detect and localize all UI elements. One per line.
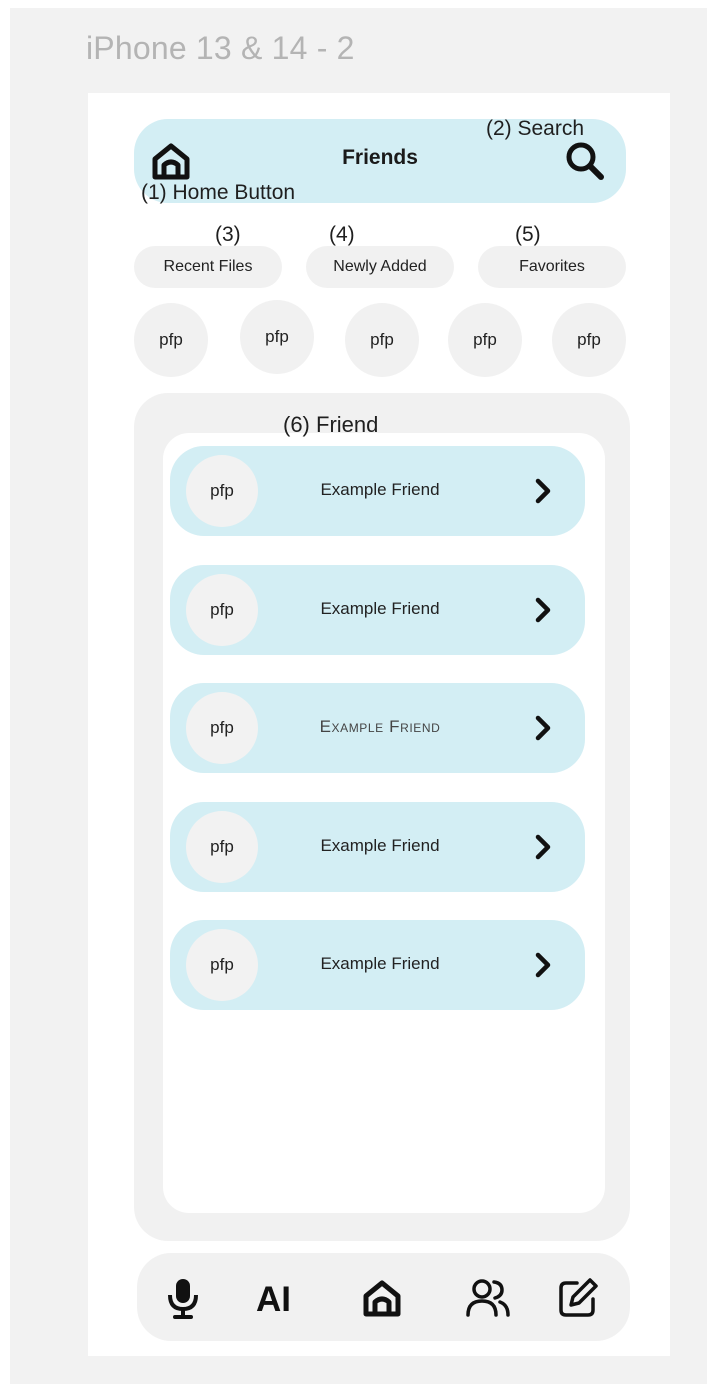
avatar[interactable]: pfp — [448, 303, 522, 377]
avatar[interactable]: pfp — [134, 303, 208, 377]
search-icon[interactable] — [563, 139, 607, 181]
annotation-friend: (6) Friend — [283, 412, 379, 437]
chevron-right-icon — [535, 952, 551, 978]
frame-label: iPhone 13 & 14 - 2 — [86, 30, 355, 66]
chevron-right-icon — [535, 478, 551, 504]
filter-favorites[interactable]: Favorites — [478, 246, 626, 288]
annotation-search: (2) Search — [486, 117, 585, 140]
ai-button[interactable]: AI — [256, 1280, 291, 1320]
chevron-right-icon — [535, 597, 551, 623]
microphone-icon[interactable] — [165, 1277, 201, 1319]
avatar[interactable]: pfp — [552, 303, 626, 377]
friend-row[interactable]: pfp Example Friend — [170, 920, 585, 1010]
people-icon[interactable] — [465, 1277, 511, 1319]
avatar[interactable]: pfp — [240, 300, 314, 374]
friend-name: Example Friend — [320, 599, 440, 618]
home-icon[interactable] — [361, 1277, 403, 1319]
friend-avatar: pfp — [186, 692, 258, 764]
friend-avatar: pfp — [186, 455, 258, 527]
friend-avatar: pfp — [186, 929, 258, 1001]
friend-name: Example Friend — [319, 717, 441, 736]
bottom-nav: AI — [137, 1253, 630, 1341]
friend-row[interactable]: pfp Example Friend — [170, 446, 585, 536]
annotation-home-button: (1) Home Button — [141, 181, 296, 204]
avatar[interactable]: pfp — [345, 303, 419, 377]
edit-icon[interactable] — [557, 1277, 599, 1319]
chevron-right-icon — [535, 834, 551, 860]
home-icon[interactable] — [150, 140, 192, 182]
friend-avatar: pfp — [186, 811, 258, 883]
friend-row[interactable]: pfp Example Friend — [170, 802, 585, 892]
filter-recent-files[interactable]: Recent Files — [134, 246, 282, 288]
friend-row[interactable]: pfp Example Friend — [170, 565, 585, 655]
annotation-favorites: (5) — [515, 223, 541, 246]
annotation-newly: (4) — [329, 223, 355, 246]
friend-name: Example Friend — [320, 836, 440, 855]
page-title: Friends — [342, 146, 418, 169]
friend-name: Example Friend — [320, 954, 440, 973]
filter-newly-added[interactable]: Newly Added — [306, 246, 454, 288]
friend-avatar: pfp — [186, 574, 258, 646]
annotation-recent: (3) — [215, 223, 241, 246]
friend-name: Example Friend — [320, 480, 440, 499]
friend-row[interactable]: pfp Example Friend — [170, 683, 585, 773]
chevron-right-icon — [535, 715, 551, 741]
